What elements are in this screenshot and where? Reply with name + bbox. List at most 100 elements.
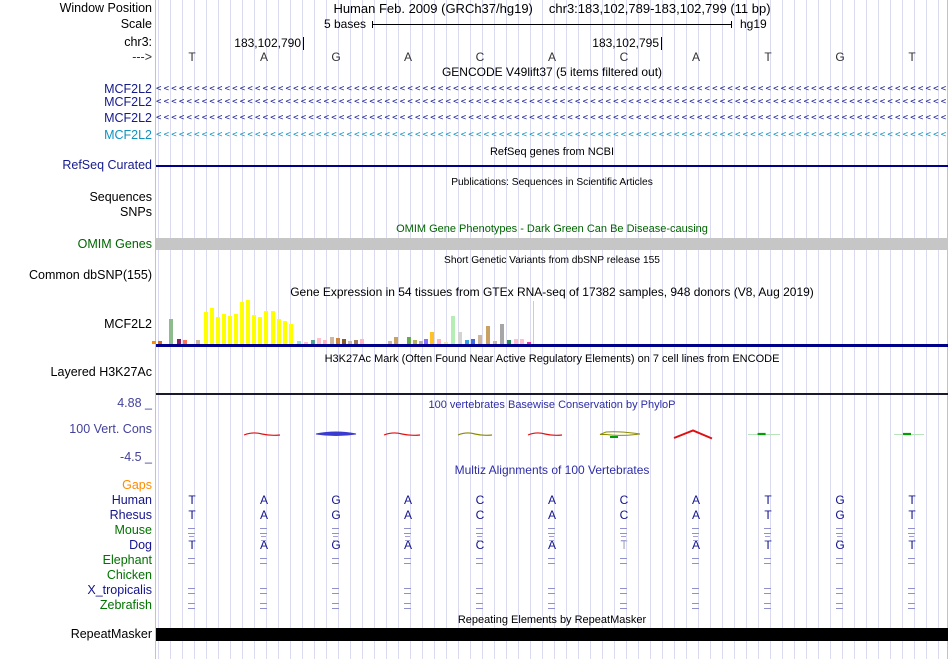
gtex-bar[interactable] — [169, 319, 173, 344]
gtex-bar[interactable] — [451, 316, 455, 344]
gtex-bar[interactable] — [283, 321, 287, 344]
sequence-base: T — [764, 50, 772, 64]
multiz-species-label-gaps[interactable]: Gaps — [0, 479, 152, 492]
multiz-species-label-human[interactable]: Human — [0, 494, 152, 507]
multiz-species-label-elephant[interactable]: Elephant — [0, 554, 152, 567]
conservation-track-label[interactable]: 100 Vert. Cons — [0, 423, 152, 436]
sequences-label[interactable]: Sequences — [0, 191, 152, 204]
gtex-bar[interactable] — [234, 314, 238, 344]
multiz-gap-mark — [405, 536, 410, 541]
gtex-bar[interactable] — [216, 317, 220, 344]
ruler-tick-label: 183,102,790 — [234, 36, 301, 50]
multiz-unalignable-mark — [692, 558, 699, 564]
multiz-base: A — [691, 493, 700, 507]
multiz-base: A — [259, 508, 268, 522]
gtex-bar[interactable] — [210, 308, 214, 344]
conservation-mark — [315, 431, 357, 436]
multiz-unalignable-mark — [188, 603, 195, 609]
gtex-bar[interactable] — [228, 316, 232, 344]
gtex-bar[interactable] — [458, 332, 462, 344]
gtex-bar[interactable] — [478, 335, 482, 344]
multiz-unalignable-mark — [836, 603, 843, 609]
snps-label[interactable]: SNPs — [0, 206, 152, 219]
conservation-mark — [457, 432, 493, 436]
multiz-unalignable-mark — [620, 603, 627, 609]
sequence-base: T — [908, 50, 916, 64]
gencode-transcript-arrows[interactable]: <<<<<<<<<<<<<<<<<<<<<<<<<<<<<<<<<<<<<<<<… — [156, 112, 948, 124]
multiz-unalignable-mark — [908, 528, 915, 534]
gtex-bar[interactable] — [271, 311, 275, 344]
gtex-bar[interactable] — [394, 337, 398, 344]
multiz-unalignable-mark — [476, 603, 483, 609]
multiz-base: G — [835, 493, 845, 507]
multiz-base: T — [764, 508, 772, 522]
multiz-base: A — [691, 508, 700, 522]
gtex-bar[interactable] — [222, 314, 226, 344]
multiz-base: A — [547, 508, 556, 522]
repeatmasker-track-title: Repeating Elements by RepeatMasker — [457, 614, 647, 626]
conservation-max-label: 4.88 _ — [117, 396, 152, 410]
repeatmasker-label[interactable]: RepeatMasker — [0, 628, 152, 641]
multiz-gap-mark — [837, 536, 842, 541]
gtex-bar[interactable] — [500, 324, 504, 344]
assembly-name: Human Feb. 2009 (GRCh37/hg19) — [333, 1, 533, 16]
gencode-transcript-arrows[interactable]: <<<<<<<<<<<<<<<<<<<<<<<<<<<<<<<<<<<<<<<<… — [156, 83, 948, 95]
multiz-unalignable-mark — [332, 588, 339, 594]
multiz-unalignable-mark — [188, 558, 195, 564]
gtex-bar[interactable] — [277, 319, 281, 344]
gencode-track-title: GENCODE V49lift37 (5 items filtered out) — [441, 65, 663, 79]
gtex-bar[interactable] — [204, 312, 208, 344]
gtex-bar[interactable] — [407, 337, 411, 344]
gtex-bar[interactable] — [258, 317, 262, 344]
sequence-base: A — [403, 50, 412, 64]
multiz-unalignable-mark — [548, 588, 555, 594]
gencode-transcript-label[interactable]: MCF2L2 — [0, 112, 152, 125]
gtex-bar[interactable] — [486, 326, 490, 344]
multiz-species-label-mouse[interactable]: Mouse — [0, 524, 152, 537]
common-dbsnp-label[interactable]: Common dbSNP(155) — [0, 269, 152, 282]
multiz-species-label-x_tropicalis[interactable]: X_tropicalis — [0, 584, 152, 597]
gencode-transcript-arrows[interactable]: <<<<<<<<<<<<<<<<<<<<<<<<<<<<<<<<<<<<<<<<… — [156, 129, 948, 141]
multiz-base: A — [547, 493, 556, 507]
gtex-track-title: Gene Expression in 54 tissues from GTEx … — [290, 285, 814, 299]
multiz-unalignable-mark — [404, 588, 411, 594]
gtex-bar[interactable] — [330, 337, 334, 344]
scale-label: Scale — [120, 17, 152, 31]
repeatmasker-element-bar[interactable] — [156, 628, 948, 641]
multiz-gap-mark — [621, 536, 626, 541]
multiz-species-label-zebrafish[interactable]: Zebrafish — [0, 599, 152, 612]
multiz-gap-mark — [189, 536, 194, 541]
multiz-unalignable-mark — [692, 603, 699, 609]
multiz-unalignable-mark — [692, 588, 699, 594]
gtex-baseline — [156, 344, 948, 347]
omim-gene-bar[interactable] — [156, 238, 948, 250]
gtex-bar[interactable] — [252, 315, 256, 344]
gencode-transcript-arrows[interactable]: <<<<<<<<<<<<<<<<<<<<<<<<<<<<<<<<<<<<<<<<… — [156, 96, 948, 108]
conservation-min-label: -4.5 _ — [120, 450, 152, 464]
gtex-bar[interactable] — [264, 311, 268, 344]
ruler-tick — [303, 37, 304, 50]
multiz-unalignable-mark — [836, 588, 843, 594]
gtex-bar[interactable] — [289, 324, 293, 344]
omim-genes-label[interactable]: OMIM Genes — [0, 238, 152, 251]
multiz-species-label-chicken[interactable]: Chicken — [0, 569, 152, 582]
refseq-gene-line[interactable] — [156, 165, 948, 167]
layered-h3k27ac-label[interactable]: Layered H3K27Ac — [0, 366, 152, 379]
multiz-unalignable-mark — [548, 603, 555, 609]
gencode-transcript-label[interactable]: MCF2L2 — [0, 96, 152, 109]
assembly-short-label: hg19 — [740, 17, 767, 31]
multiz-unalignable-mark — [764, 588, 771, 594]
gtex-bar[interactable] — [430, 332, 434, 344]
multiz-unalignable-mark — [836, 528, 843, 534]
gtex-bar[interactable] — [246, 300, 250, 344]
multiz-species-label-dog[interactable]: Dog — [0, 539, 152, 552]
multiz-unalignable-mark — [620, 528, 627, 534]
gencode-transcript-label[interactable]: MCF2L2 — [0, 129, 152, 142]
refseq-curated-label[interactable]: RefSeq Curated — [0, 159, 152, 172]
conservation-wiggle-plot[interactable] — [156, 426, 948, 444]
multiz-species-label-rhesus[interactable]: Rhesus — [0, 509, 152, 522]
multiz-gap-mark — [909, 536, 914, 541]
gtex-gene-label[interactable]: MCF2L2 — [0, 318, 152, 331]
gtex-bar[interactable] — [240, 302, 244, 344]
scale-ruler-left-tick — [372, 21, 373, 28]
